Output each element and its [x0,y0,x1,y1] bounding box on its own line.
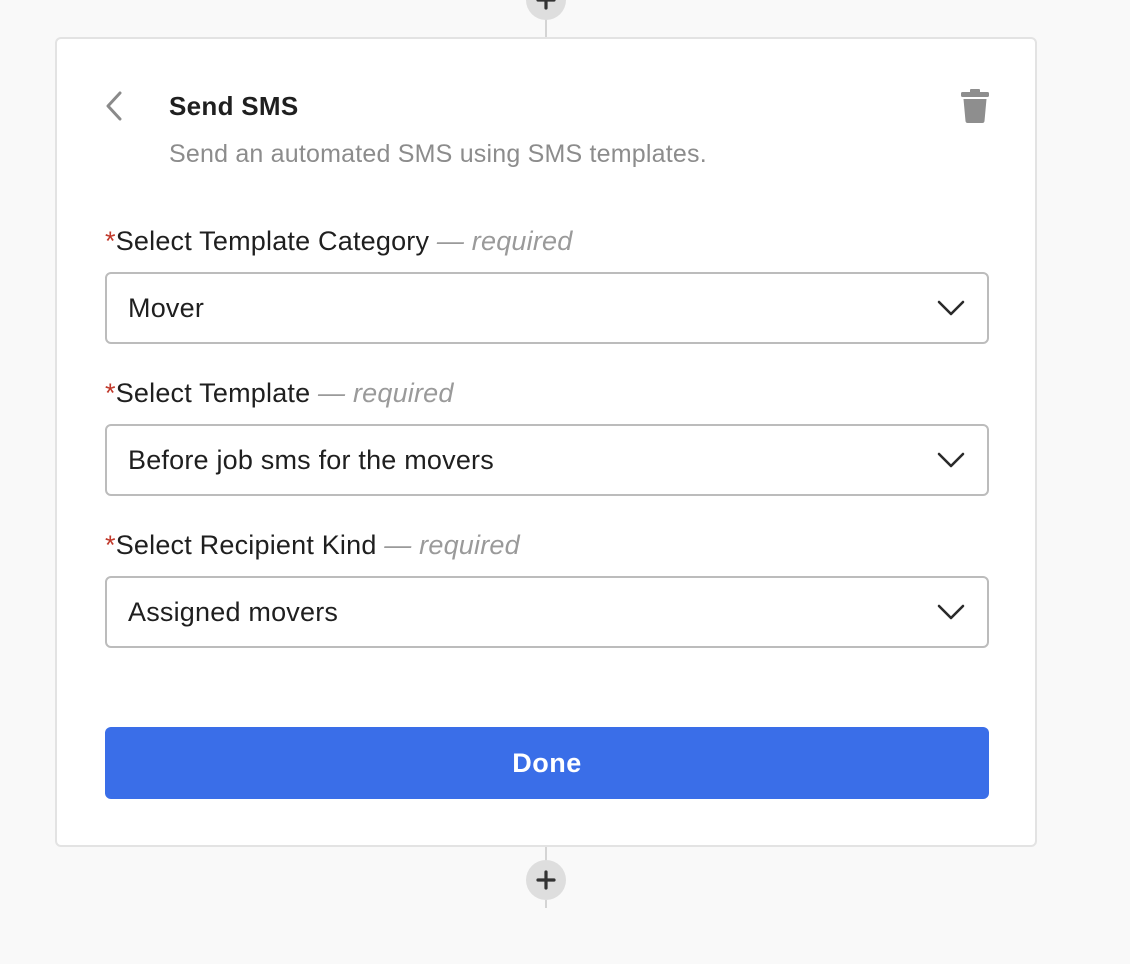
recipient-kind-select[interactable]: Assigned movers [105,576,989,648]
template-category-label: *Select Template Category — required [105,226,572,257]
plus-icon [536,0,556,10]
chevron-down-icon [937,300,965,316]
required-hint: — required [310,378,454,408]
step-description: Send an automated SMS using SMS template… [169,140,707,168]
selected-value: Mover [128,292,205,323]
plus-icon [536,870,556,890]
required-marker: * [105,226,116,256]
field-label-text: Select Recipient Kind [115,530,377,560]
field-label-text: Select Template Category [115,226,430,256]
recipient-kind-label: *Select Recipient Kind — required [105,530,520,561]
back-button[interactable] [99,90,129,126]
template-category-select[interactable]: Mover [105,272,989,344]
required-hint: — required [376,530,520,560]
chevron-down-icon [937,452,965,468]
send-sms-step-card: Send SMS Send an automated SMS using SMS… [55,37,1037,847]
chevron-down-icon [937,604,965,620]
required-hint: — required [429,226,573,256]
connector-line-bottom [545,847,547,861]
connector-line-bottom-tail [545,900,547,908]
required-marker: * [105,530,116,560]
required-marker: * [105,378,116,408]
add-step-button-bottom[interactable] [526,860,566,900]
delete-step-button[interactable] [957,88,993,128]
selected-value: Assigned movers [128,596,339,627]
template-label: *Select Template — required [105,378,454,409]
chevron-left-icon [105,91,123,126]
step-title: Send SMS [169,91,299,121]
done-button[interactable]: Done [105,727,989,799]
trash-icon [961,88,989,128]
template-select[interactable]: Before job sms for the movers [105,424,989,496]
field-label-text: Select Template [115,378,311,408]
add-step-button-top[interactable] [526,0,566,20]
selected-value: Before job sms for the movers [128,444,494,475]
